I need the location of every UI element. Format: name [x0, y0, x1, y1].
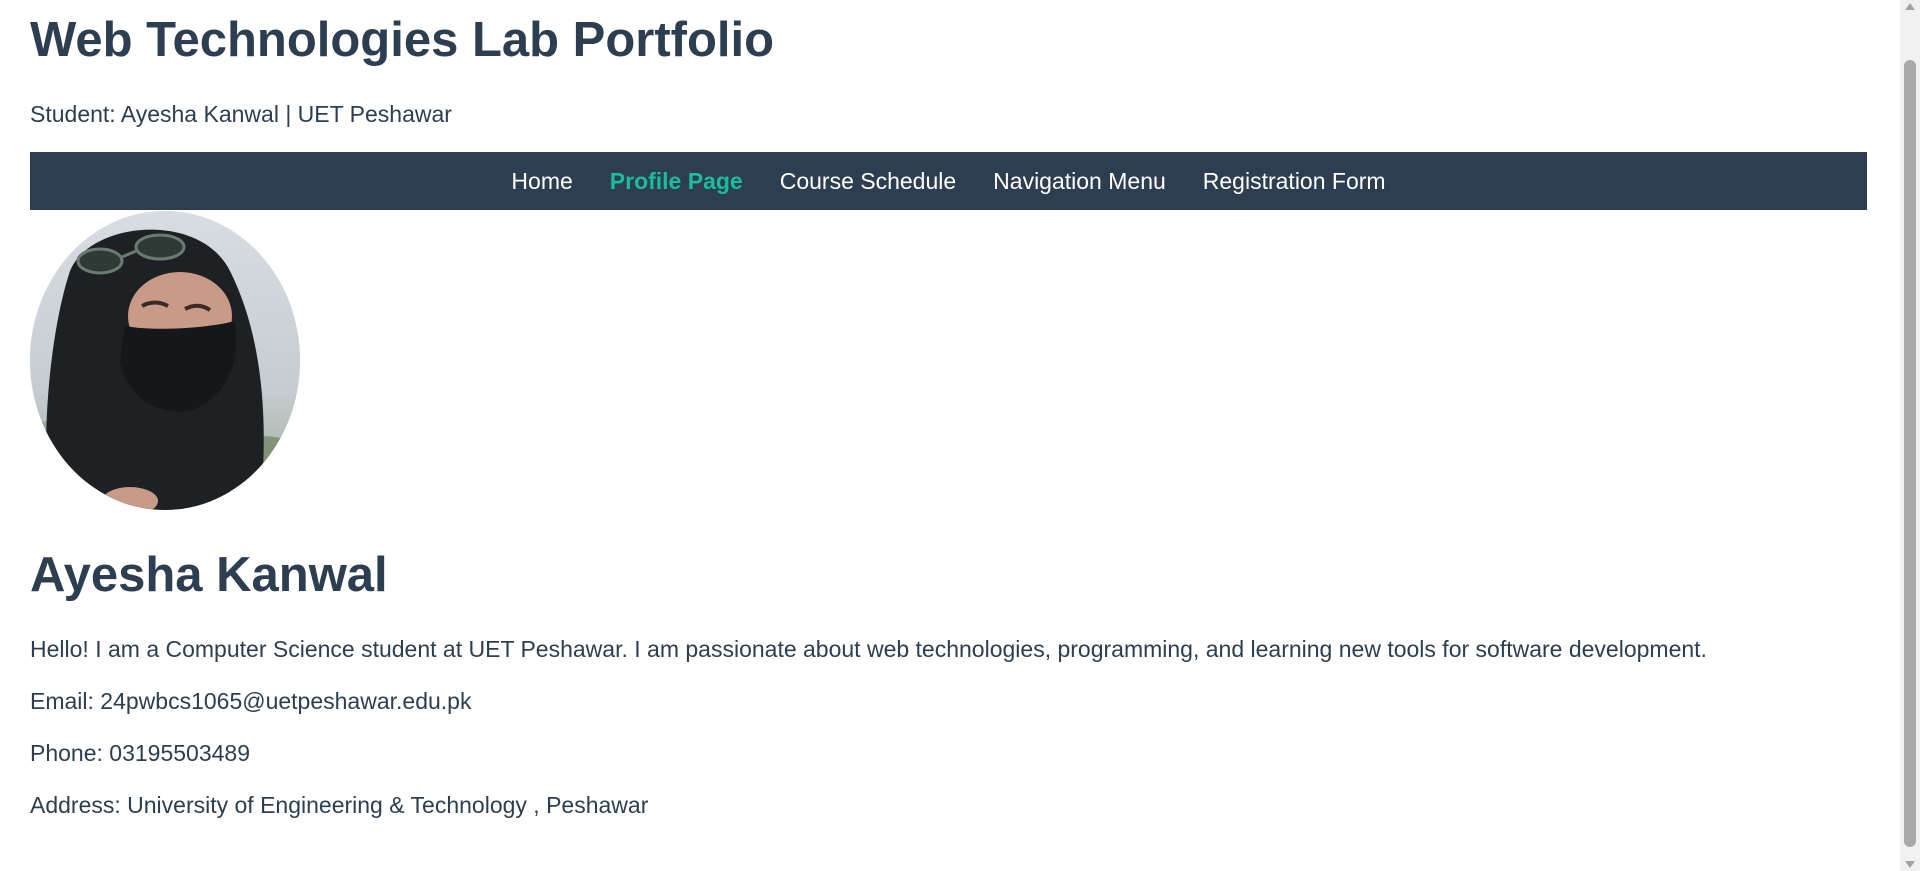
- scroll-down-arrow-icon[interactable]: [1905, 861, 1915, 868]
- profile-address: Address: University of Engineering & Tec…: [30, 792, 649, 818]
- profile-email: Email: 24pwbcs1065@uetpeshawar.edu.pk: [30, 688, 472, 714]
- nav-link-course-schedule[interactable]: Course Schedule: [780, 168, 956, 195]
- profile-bio: Hello! I am a Computer Science student a…: [30, 636, 1707, 662]
- scrollbar-thumb[interactable]: [1904, 60, 1916, 847]
- scroll-up-arrow-icon[interactable]: [1905, 3, 1915, 10]
- profile-phone: Phone: 03195503489: [30, 740, 250, 766]
- nav-link-home[interactable]: Home: [511, 168, 572, 195]
- site-subtitle: Student: Ayesha Kanwal | UET Peshawar: [30, 101, 452, 127]
- nav-link-registration-form[interactable]: Registration Form: [1203, 168, 1386, 195]
- profile-name: Ayesha Kanwal: [30, 548, 388, 602]
- vertical-scrollbar[interactable]: [1900, 0, 1920, 871]
- profile-photo-illustration: [30, 211, 300, 510]
- nav-link-profile-page[interactable]: Profile Page: [610, 168, 743, 195]
- site-title: Web Technologies Lab Portfolio: [30, 13, 775, 67]
- main-navbar: Home Profile Page Course Schedule Naviga…: [30, 152, 1867, 210]
- nav-link-navigation-menu[interactable]: Navigation Menu: [993, 168, 1166, 195]
- profile-photo: [30, 211, 300, 510]
